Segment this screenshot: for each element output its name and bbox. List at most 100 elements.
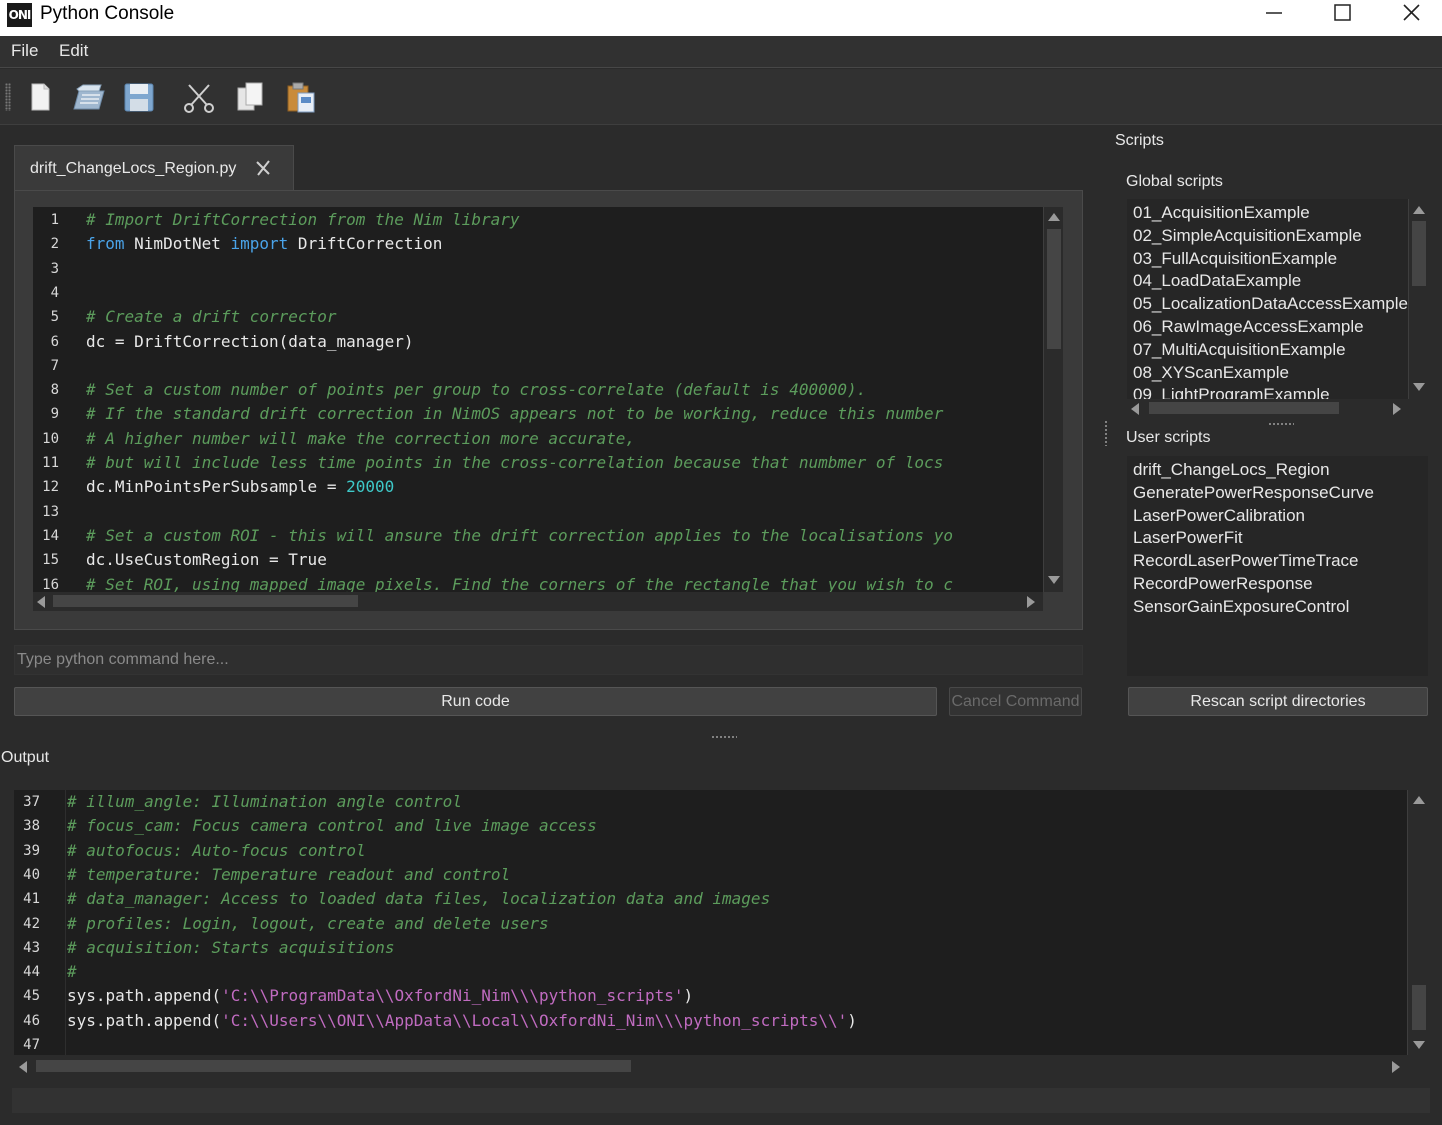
code-text: sys.path.append('C:\\Users\\ONI\\AppData… <box>67 1009 857 1033</box>
scroll-left-arrow-icon[interactable] <box>19 1061 27 1073</box>
run-code-button[interactable]: Run code <box>14 687 937 716</box>
scroll-left-arrow-icon[interactable] <box>1131 403 1139 415</box>
tab-editor-file[interactable]: drift_ChangeLocs_Region.py <box>14 145 294 191</box>
global-scripts-list[interactable]: 01_AcquisitionExample 02_SimpleAcquisitio… <box>1127 199 1408 399</box>
output-hscroll-thumb[interactable] <box>36 1060 631 1072</box>
code-token: sys.path.append( <box>67 986 222 1006</box>
tab-close-icon[interactable] <box>253 158 273 178</box>
scroll-down-arrow-icon[interactable] <box>1048 576 1060 584</box>
script-item[interactable]: drift_ChangeLocs_Region <box>1133 458 1330 481</box>
scroll-down-arrow-icon[interactable] <box>1413 383 1425 391</box>
scripts-splitter-handle[interactable] <box>1268 422 1294 426</box>
script-item[interactable]: 09_LightProgramExample <box>1133 383 1330 399</box>
editor-horizontal-scrollbar[interactable] <box>33 592 1043 611</box>
line-number: 42 <box>23 915 40 932</box>
title-bar: ONI Python Console <box>0 0 1442 36</box>
output-vertical-scrollbar[interactable] <box>1407 790 1429 1055</box>
code-text: # Create a drift corrector <box>86 305 336 329</box>
rescan-script-directories-button[interactable]: Rescan script directories <box>1128 687 1428 716</box>
script-item[interactable]: 06_RawImageAccessExample <box>1133 315 1364 338</box>
editor-hscroll-thumb[interactable] <box>53 595 358 607</box>
code-token: # illum_angle: Illumination angle contro… <box>67 792 462 811</box>
scroll-up-arrow-icon[interactable] <box>1413 796 1425 804</box>
scroll-left-arrow-icon[interactable] <box>37 596 45 608</box>
maximize-button[interactable] <box>1312 0 1374 30</box>
output-scroll-thumb[interactable] <box>1412 985 1426 1030</box>
global-scripts-scroll-thumb[interactable] <box>1412 221 1426 286</box>
code-line: 40 # temperature: Temperature readout and… <box>14 863 1407 887</box>
scroll-right-arrow-icon[interactable] <box>1027 596 1035 608</box>
script-item[interactable]: RecordPowerResponse <box>1133 572 1313 595</box>
script-item[interactable]: 01_AcquisitionExample <box>1133 201 1310 224</box>
global-scripts-hscroll-thumb[interactable] <box>1149 402 1339 414</box>
script-item[interactable]: 04_LoadDataExample <box>1133 269 1301 292</box>
line-number: 44 <box>23 964 40 981</box>
new-file-button[interactable] <box>22 79 58 115</box>
save-button[interactable] <box>121 79 157 115</box>
scroll-right-arrow-icon[interactable] <box>1393 403 1401 415</box>
scroll-down-arrow-icon[interactable] <box>1413 1041 1425 1049</box>
script-item[interactable]: RecordLaserPowerTimeTrace <box>1133 549 1358 572</box>
cut-button[interactable] <box>181 79 217 115</box>
line-number: 5 <box>50 309 59 326</box>
code-line: 8 # Set a custom number of points per gro… <box>33 378 1043 402</box>
global-scripts-label: Global scripts <box>1126 173 1223 190</box>
user-scripts-label: User scripts <box>1126 429 1211 446</box>
code-line: 13 <box>33 500 1043 524</box>
menu-edit[interactable]: Edit <box>59 41 88 61</box>
code-token: # If the standard drift correction in Ni… <box>86 404 944 424</box>
output-title: Output <box>1 749 50 766</box>
script-item[interactable]: LaserPowerFit <box>1133 526 1243 549</box>
menu-file[interactable]: File <box>11 41 38 61</box>
script-item[interactable]: 05_LocalizationDataAccessExample <box>1133 292 1408 315</box>
minimize-button[interactable] <box>1243 0 1305 30</box>
line-number: 41 <box>23 891 40 908</box>
paste-button[interactable] <box>283 79 319 115</box>
line-number: 39 <box>23 842 40 859</box>
line-number: 40 <box>23 866 40 883</box>
scroll-right-arrow-icon[interactable] <box>1392 1061 1400 1073</box>
code-text: # Import DriftCorrection from the Nim li… <box>86 208 519 232</box>
user-scripts-list[interactable]: drift_ChangeLocs_Region GeneratePowerResp… <box>1127 456 1428 676</box>
close-window-button[interactable] <box>1380 0 1442 30</box>
scroll-up-arrow-icon[interactable] <box>1048 213 1060 221</box>
output-gutter-divider <box>65 790 66 1055</box>
vertical-splitter-handle[interactable] <box>711 735 737 739</box>
open-button[interactable] <box>71 79 107 115</box>
line-number: 38 <box>23 818 40 835</box>
code-editor[interactable]: 1 # Import DriftCorrection from the Nim l… <box>33 207 1043 592</box>
toolbar-grip[interactable] <box>5 83 11 111</box>
cancel-command-button[interactable]: Cancel Command <box>949 687 1082 716</box>
editor-scroll-thumb[interactable] <box>1047 229 1061 349</box>
menu-bar: File Edit <box>0 36 1442 68</box>
script-item[interactable]: GeneratePowerResponseCurve <box>1133 481 1374 504</box>
code-token: dc = DriftCorrection(data_manager) <box>86 331 414 351</box>
script-item[interactable]: 07_MultiAcquisitionExample <box>1133 338 1346 361</box>
code-token: 20000 <box>346 477 395 497</box>
cut-icon <box>184 84 214 113</box>
window-title: Python Console <box>40 3 175 24</box>
code-token: 'C:\\ProgramData\\OxfordNi_Nim\\\python_… <box>221 986 684 1006</box>
code-token: ) <box>683 986 694 1006</box>
copy-icon <box>237 82 263 111</box>
code-text: # acquisition: Starts acquisitions <box>67 936 395 960</box>
script-item[interactable]: 08_XYScanExample <box>1133 361 1289 384</box>
script-item[interactable]: SensorGainExposureControl <box>1133 595 1349 618</box>
python-command-input[interactable] <box>14 645 1083 675</box>
scroll-up-arrow-icon[interactable] <box>1413 206 1425 214</box>
copy-button[interactable] <box>232 79 268 115</box>
script-item[interactable]: LaserPowerCalibration <box>1133 504 1305 527</box>
new-file-icon <box>31 83 50 111</box>
global-scripts-vertical-scrollbar[interactable] <box>1408 199 1428 399</box>
script-item[interactable]: 03_FullAcquisitionExample <box>1133 247 1337 270</box>
output-console[interactable]: 37 # illum_angle: Illumination angle cont… <box>14 790 1407 1055</box>
code-token: # focus_cam: Focus camera control and li… <box>67 816 597 836</box>
script-item[interactable]: 02_SimpleAcquisitionExample <box>1133 224 1362 247</box>
editor-vertical-scrollbar[interactable] <box>1043 207 1063 592</box>
code-token: ) <box>847 1010 857 1030</box>
side-splitter-handle[interactable] <box>1104 420 1108 446</box>
output-horizontal-scrollbar[interactable] <box>14 1057 1407 1077</box>
code-line: 39 # autofocus: Auto-focus control <box>14 839 1407 863</box>
global-scripts-horizontal-scrollbar[interactable] <box>1127 399 1408 418</box>
code-text: # but will include less time points in t… <box>86 451 943 475</box>
